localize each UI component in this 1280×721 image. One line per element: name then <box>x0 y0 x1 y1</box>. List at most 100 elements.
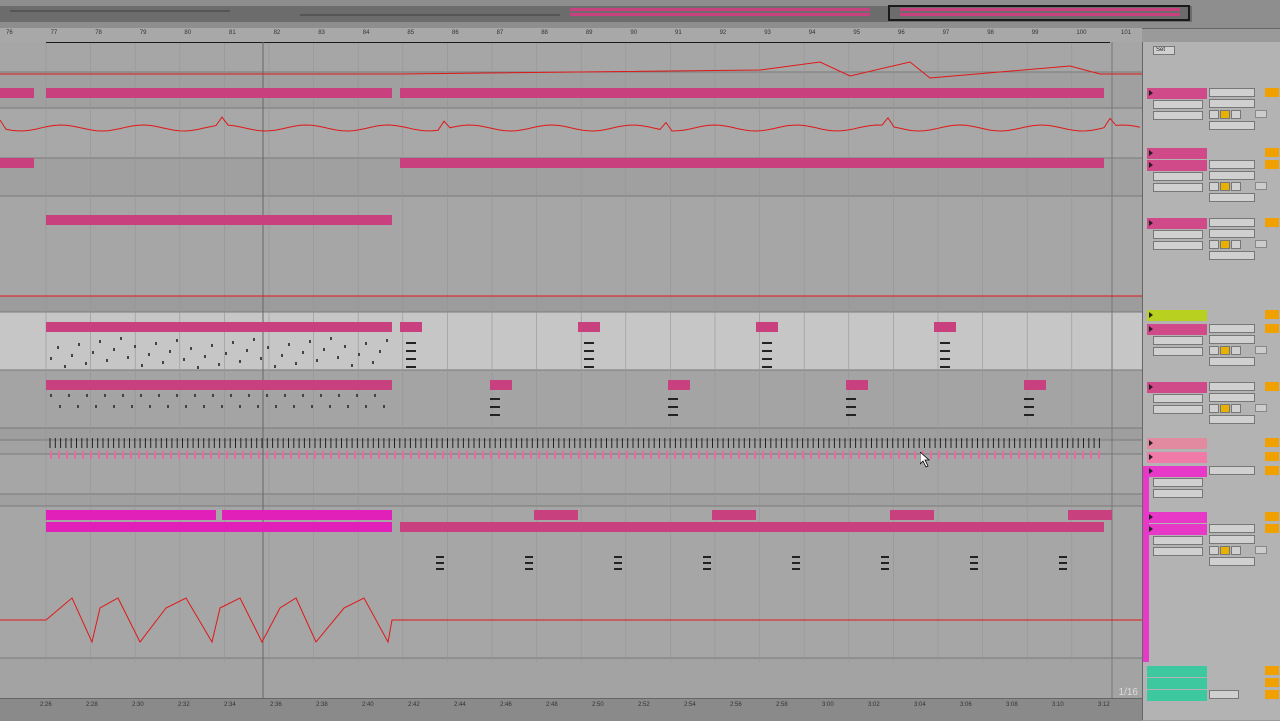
track-title[interactable] <box>1147 324 1207 335</box>
output-chooser[interactable] <box>1209 466 1255 475</box>
midi-clip[interactable] <box>46 380 392 390</box>
arrangement-overview[interactable] <box>0 0 1280 29</box>
input-channel-chooser[interactable] <box>1209 229 1255 238</box>
track-title[interactable] <box>1147 382 1207 393</box>
fold-arrow-icon[interactable] <box>1149 440 1153 446</box>
parameter-chooser[interactable] <box>1153 347 1203 356</box>
input-type-chooser[interactable] <box>1209 88 1255 97</box>
midi-clip[interactable] <box>712 510 756 520</box>
return-track-number[interactable] <box>1265 666 1279 675</box>
midi-clip[interactable] <box>0 88 34 98</box>
output-chooser[interactable] <box>1209 193 1255 202</box>
midi-clip[interactable] <box>668 380 690 390</box>
device-chooser[interactable] <box>1153 536 1203 545</box>
track-title[interactable] <box>1147 466 1207 477</box>
monitor-auto-button[interactable] <box>1220 110 1230 119</box>
track-number[interactable] <box>1265 218 1279 227</box>
fold-arrow-icon[interactable] <box>1149 220 1153 226</box>
midi-clip[interactable] <box>46 522 392 532</box>
monitor-off-button[interactable] <box>1231 110 1241 119</box>
midi-clip[interactable] <box>46 215 392 225</box>
fold-arrow-icon[interactable] <box>1149 454 1153 460</box>
track-title[interactable] <box>1147 438 1207 449</box>
output-chooser[interactable] <box>1209 357 1255 366</box>
midi-clip[interactable] <box>400 158 1104 168</box>
midi-clip[interactable] <box>534 510 578 520</box>
volume-value[interactable] <box>1255 404 1267 412</box>
midi-clip[interactable] <box>578 322 600 332</box>
input-type-chooser[interactable] <box>1209 218 1255 227</box>
midi-clip[interactable] <box>400 322 422 332</box>
volume-value[interactable] <box>1255 182 1267 190</box>
set-button[interactable]: Set <box>1153 46 1175 55</box>
fold-arrow-icon[interactable] <box>1149 90 1153 96</box>
fold-arrow-icon[interactable] <box>1149 384 1153 390</box>
monitor-auto-button[interactable] <box>1220 546 1230 555</box>
device-chooser[interactable] <box>1153 336 1203 345</box>
input-channel-chooser[interactable] <box>1209 535 1255 544</box>
track-number[interactable] <box>1265 438 1279 447</box>
track-title[interactable] <box>1147 678 1207 689</box>
device-chooser[interactable] <box>1153 100 1203 109</box>
fold-arrow-icon[interactable] <box>1149 526 1153 532</box>
monitor-in-button[interactable] <box>1209 546 1219 555</box>
arrangement-view[interactable] <box>0 42 1142 698</box>
volume-value[interactable] <box>1255 240 1267 248</box>
parameter-chooser[interactable] <box>1153 111 1203 120</box>
track-title[interactable] <box>1147 690 1207 701</box>
midi-clip[interactable] <box>846 380 868 390</box>
midi-clip[interactable] <box>400 88 1104 98</box>
parameter-chooser[interactable] <box>1153 405 1203 414</box>
midi-clip[interactable] <box>222 510 392 520</box>
track-title[interactable] <box>1147 666 1207 677</box>
midi-clip[interactable] <box>490 380 512 390</box>
midi-clip[interactable] <box>400 522 1104 532</box>
fold-arrow-icon[interactable] <box>1149 150 1153 156</box>
input-channel-chooser[interactable] <box>1209 99 1255 108</box>
monitor-auto-button[interactable] <box>1220 346 1230 355</box>
output-chooser[interactable] <box>1209 415 1255 424</box>
volume-value[interactable] <box>1255 346 1267 354</box>
monitor-in-button[interactable] <box>1209 404 1219 413</box>
parameter-chooser[interactable] <box>1153 547 1203 556</box>
track-title[interactable] <box>1147 452 1207 463</box>
midi-clip[interactable] <box>934 322 956 332</box>
output-chooser[interactable] <box>1209 251 1255 260</box>
track-number[interactable] <box>1265 524 1279 533</box>
output-chooser[interactable] <box>1209 121 1255 130</box>
midi-clip[interactable] <box>0 158 34 168</box>
track-number[interactable] <box>1265 160 1279 169</box>
parameter-chooser[interactable] <box>1153 489 1203 498</box>
track-title[interactable] <box>1147 160 1207 171</box>
volume-value[interactable] <box>1255 110 1267 118</box>
bar-ruler[interactable]: 76 77 78 79 80 81 82 83 84 85 86 87 88 89 90 91 92 93 94 95… <box>0 28 1142 43</box>
track-title[interactable] <box>1147 88 1207 99</box>
input-type-chooser[interactable] <box>1209 382 1255 391</box>
input-channel-chooser[interactable] <box>1209 393 1255 402</box>
monitor-in-button[interactable] <box>1209 346 1219 355</box>
time-ruler[interactable]: 2:26 2:28 2:30 2:32 2:34 2:36 2:38 2:40 2:42 2:44… <box>0 687 1142 721</box>
fold-arrow-icon[interactable] <box>1149 312 1153 318</box>
input-type-chooser[interactable] <box>1209 324 1255 333</box>
input-type-chooser[interactable] <box>1209 160 1255 169</box>
monitor-auto-button[interactable] <box>1220 182 1230 191</box>
monitor-auto-button[interactable] <box>1220 404 1230 413</box>
track-number[interactable] <box>1265 148 1279 157</box>
track-title[interactable] <box>1147 524 1207 535</box>
track-number[interactable] <box>1265 512 1279 521</box>
fold-arrow-icon[interactable] <box>1149 514 1153 520</box>
parameter-chooser[interactable] <box>1153 241 1203 250</box>
monitor-in-button[interactable] <box>1209 182 1219 191</box>
overview-view-box[interactable] <box>888 5 1190 21</box>
output-chooser[interactable] <box>1209 557 1255 566</box>
midi-clip[interactable] <box>1024 380 1046 390</box>
fold-arrow-icon[interactable] <box>1149 468 1153 474</box>
track-title[interactable] <box>1147 148 1207 159</box>
device-chooser[interactable] <box>1153 172 1203 181</box>
master-preview-value[interactable] <box>1209 690 1239 699</box>
return-track-number[interactable] <box>1265 690 1279 699</box>
return-track-number[interactable] <box>1265 678 1279 687</box>
track-number[interactable] <box>1265 310 1279 319</box>
midi-clip[interactable] <box>46 510 216 520</box>
track-number[interactable] <box>1265 452 1279 461</box>
